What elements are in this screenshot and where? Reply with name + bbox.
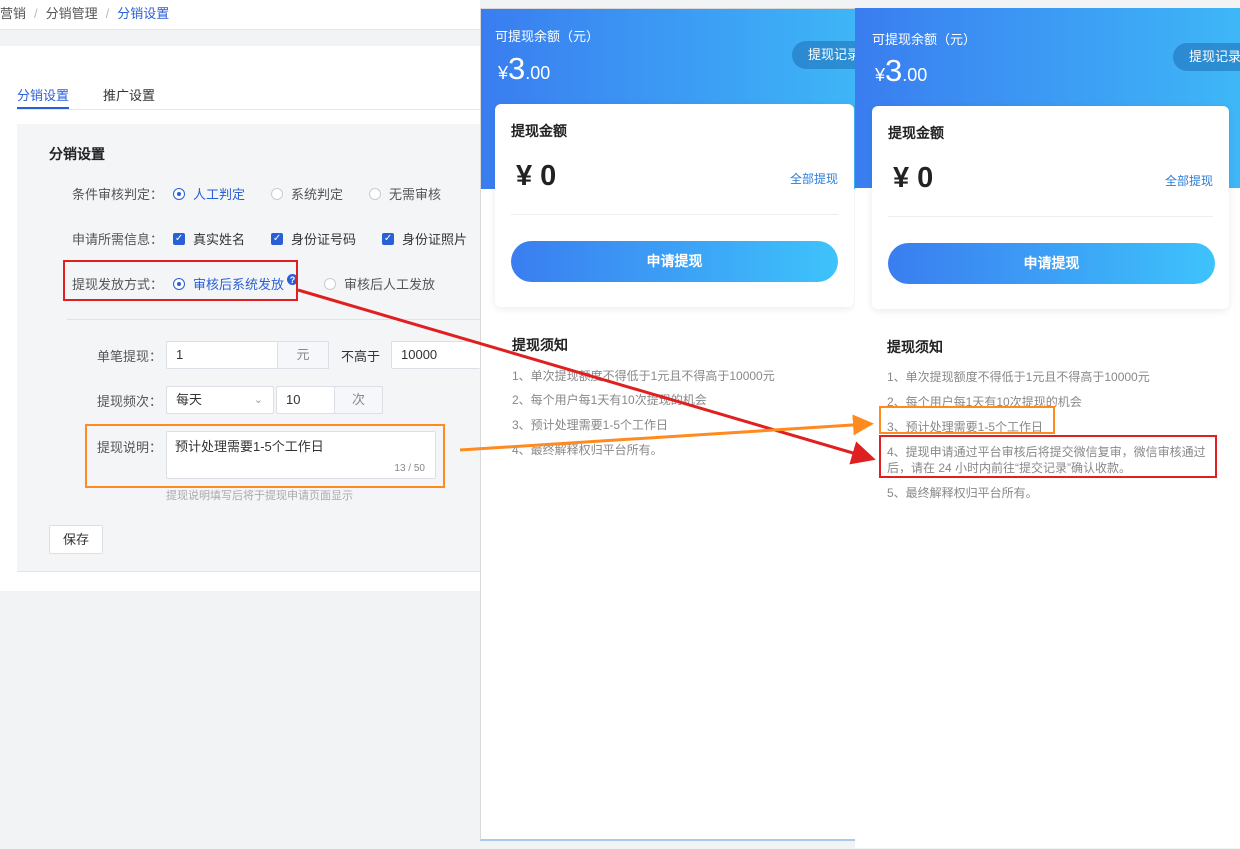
audit-option-manual[interactable]: 人工判定 xyxy=(173,184,245,203)
audit-option-system[interactable]: 系统判定 xyxy=(271,184,343,203)
withdraw-amount-input[interactable]: ¥ 0 xyxy=(516,160,556,193)
admin-page: 营销 / 分销管理 / 分销设置 分销设置 推广设置 分销设置 条件审核判定： 人工判定… xyxy=(0,0,480,849)
radio-unchecked-icon xyxy=(369,187,382,200)
info-label: 申请所需信息： xyxy=(72,232,164,247)
single-max-input[interactable]: 10000 xyxy=(391,341,480,369)
freq-label: 提现频次： xyxy=(97,394,163,409)
phone-preview-after: 可提现余额（元） ¥3.00 提现记录 提现金额 ¥ 0 全部提现 申请提现 提… xyxy=(855,8,1240,848)
divider xyxy=(888,216,1213,217)
single-min-input[interactable]: 1 xyxy=(166,341,278,369)
divider xyxy=(67,319,480,320)
freq-period-value: 每天 xyxy=(176,392,203,407)
radio-checked-icon xyxy=(173,187,186,200)
balance-label: 可提现余额（元） xyxy=(872,32,977,47)
withdraw-record-button[interactable]: 提现记录 xyxy=(1173,43,1240,71)
highlight-payout-box xyxy=(63,260,298,301)
notice-item: 5、最终解释权归平台所有。 xyxy=(887,486,1038,500)
info-option-idphoto[interactable]: ✓ 身份证照片 xyxy=(382,229,467,248)
withdraw-amount-title: 提现金额 xyxy=(888,125,944,141)
breadcrumb-item-current: 分销设置 xyxy=(117,6,170,21)
notice-item: 3、预计处理需要1-5个工作日 xyxy=(512,418,669,432)
breadcrumb-item-distribution[interactable]: 分销管理 xyxy=(46,6,98,21)
divider xyxy=(511,214,838,215)
notice-item: 1、单次提现额度不得低于1元且不得高于10000元 xyxy=(887,370,1150,384)
notice-title: 提现须知 xyxy=(887,339,943,355)
highlight-notice-3 xyxy=(879,406,1055,434)
audit-label: 条件审核判定： xyxy=(72,187,164,202)
info-option-realname[interactable]: ✓ 真实姓名 xyxy=(173,229,245,248)
breadcrumb: 营销 / 分销管理 / 分销设置 xyxy=(0,0,480,30)
withdraw-all-link[interactable]: 全部提现 xyxy=(790,170,838,187)
freq-count-input[interactable]: 10 xyxy=(276,386,335,414)
notice-item: 1、单次提现额度不得低于1元且不得高于10000元 xyxy=(512,369,775,383)
audit-row: 条件审核判定： 人工判定 系统判定 无需审核 xyxy=(72,184,441,203)
breadcrumb-item-marketing[interactable]: 营销 xyxy=(0,6,26,21)
apply-withdraw-button[interactable]: 申请提现 xyxy=(888,243,1215,284)
balance-label: 可提现余额（元） xyxy=(495,29,600,44)
desc-hint: 提现说明填写后将于提现申请页面显示 xyxy=(166,490,353,502)
chevron-down-icon: ⌄ xyxy=(253,394,263,406)
breadcrumb-separator: / xyxy=(105,6,110,21)
notice-item: 2、每个用户每1天有10次提现的机会 xyxy=(512,393,707,407)
highlight-desc-box xyxy=(85,424,445,488)
withdraw-card: 提现金额 ¥ 0 全部提现 申请提现 xyxy=(872,106,1229,309)
tab-distribution-settings[interactable]: 分销设置 xyxy=(17,85,70,109)
balance-amount: ¥3.00 xyxy=(875,53,928,88)
info-row: 申请所需信息： ✓ 真实姓名 ✓ 身份证号码 ✓ 身份证照片 xyxy=(72,229,467,248)
panel-title: 分销设置 xyxy=(49,146,105,162)
notice-item: 4、最终解释权归平台所有。 xyxy=(512,443,663,457)
freq-period-select[interactable]: 每天 ⌄ xyxy=(166,386,274,414)
content-card: 分销设置 推广设置 分销设置 条件审核判定： 人工判定 系统判定 无需审核 申请… xyxy=(0,46,480,591)
save-button[interactable]: 保存 xyxy=(49,525,103,554)
withdraw-all-link[interactable]: 全部提现 xyxy=(1165,172,1213,189)
single-label: 单笔提现： xyxy=(97,349,163,364)
radio-unchecked-icon xyxy=(271,187,284,200)
audit-option-none[interactable]: 无需审核 xyxy=(369,184,441,203)
breadcrumb-separator: / xyxy=(34,6,38,21)
checkbox-checked-icon: ✓ xyxy=(173,232,186,245)
highlight-notice-4 xyxy=(879,435,1217,478)
payout-option-manual[interactable]: 审核后人工发放 xyxy=(324,274,435,293)
withdraw-card: 提现金额 ¥ 0 全部提现 申请提现 xyxy=(495,104,854,307)
tab-bar: 分销设置 推广设置 xyxy=(17,82,480,110)
phone-preview-before: 可提现余额（元） ¥3.00 提现记录 提现金额 ¥ 0 全部提现 申请提现 提… xyxy=(480,8,865,841)
withdraw-amount-input[interactable]: ¥ 0 xyxy=(893,162,933,195)
checkbox-checked-icon: ✓ xyxy=(271,232,284,245)
single-max-label: 不高于 xyxy=(341,349,381,364)
single-unit-addon: 元 xyxy=(277,341,329,369)
notice-title: 提现须知 xyxy=(512,337,568,353)
balance-amount: ¥3.00 xyxy=(498,51,551,86)
radio-unchecked-icon xyxy=(324,277,337,290)
apply-withdraw-button[interactable]: 申请提现 xyxy=(511,241,838,282)
tab-promotion-settings[interactable]: 推广设置 xyxy=(103,85,155,104)
checkbox-checked-icon: ✓ xyxy=(382,232,395,245)
info-option-idnumber[interactable]: ✓ 身份证号码 xyxy=(271,229,356,248)
freq-unit-addon: 次 xyxy=(334,386,383,414)
withdraw-amount-title: 提现金额 xyxy=(511,123,567,139)
